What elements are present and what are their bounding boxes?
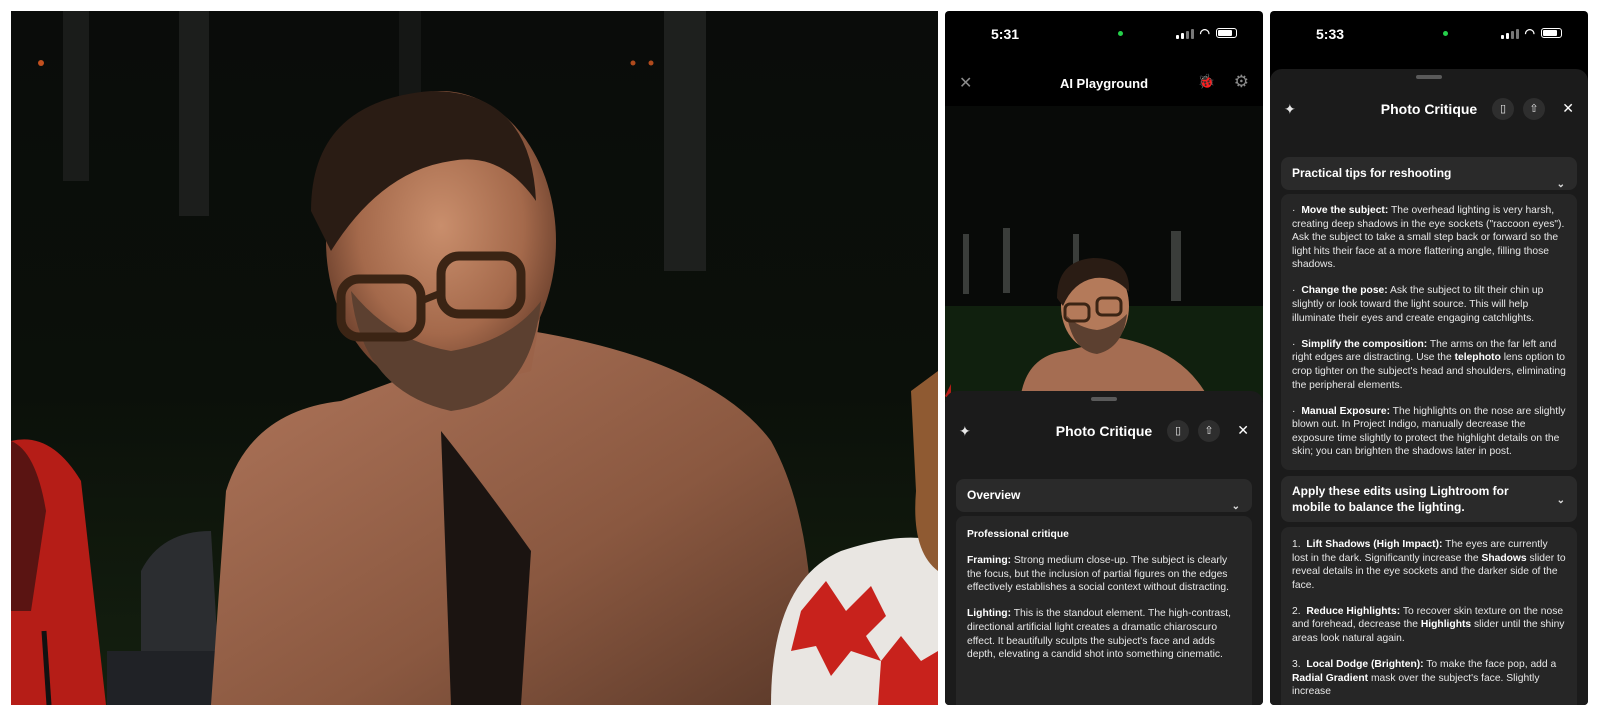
tip-item: · Manual Exposure: The highlights on the…: [1292, 405, 1566, 458]
signal-icon: [1175, 28, 1194, 39]
sheet-grabber[interactable]: [1416, 75, 1442, 79]
share-icon[interactable]: ⇧: [1198, 420, 1220, 442]
tip-item: · Simplify the composition: The arms on …: [1292, 338, 1566, 391]
section-lightroom-edits[interactable]: Apply these edits using Lightroom for mo…: [1281, 476, 1577, 522]
paragraph-framing: Framing: Strong medium close-up. The sub…: [967, 555, 1229, 594]
wifi-icon: ◠: [1524, 26, 1535, 40]
close-icon[interactable]: ✕: [1237, 422, 1249, 439]
close-icon[interactable]: ✕: [1562, 100, 1574, 117]
share-icon[interactable]: ⇧: [1523, 98, 1545, 120]
photo-critique-sheet: ✦ Photo Critique ▯ ⇧ ✕ Practical tips fo…: [1270, 69, 1588, 705]
phone-screen-overview: 5:31 ◠ ✕ AI Playground 🐞 ⚙ ✦ Photo Criti…: [945, 11, 1263, 705]
edit-item: 1. Lift Shadows (High Impact): The eyes …: [1292, 539, 1566, 591]
section-title: Apply these edits using Lightroom for mo…: [1292, 484, 1509, 514]
status-icons: ◠: [1500, 26, 1562, 40]
privacy-indicator: [1443, 31, 1448, 36]
edit-item: 3. Local Dodge (Brighten): To make the f…: [1292, 659, 1557, 698]
status-time: 5:31: [991, 26, 1020, 42]
status-time: 5:33: [1316, 26, 1345, 42]
sheet-grabber[interactable]: [1091, 397, 1117, 401]
battery-icon: [1541, 28, 1562, 38]
photo-critique-sheet: ✦ Photo Critique ▯ ⇧ ✕ Overview ⌄ Profes…: [945, 391, 1263, 705]
edits-card: 1. Lift Shadows (High Impact): The eyes …: [1281, 527, 1577, 705]
status-bar: 5:33 ◠: [1270, 11, 1588, 55]
photo-preview: [945, 106, 1263, 401]
bug-icon[interactable]: 🐞: [1198, 73, 1215, 90]
app-title: AI Playground: [1059, 76, 1149, 91]
app-header: ✕ AI Playground 🐞 ⚙: [945, 69, 1263, 99]
section-overview[interactable]: Overview ⌄: [956, 479, 1252, 512]
section-title: Overview: [967, 488, 1021, 502]
main-photo: [11, 11, 938, 705]
phone-screen-tips: 5:33 ◠ ✦ Photo Critique ▯ ⇧ ✕ Practical …: [1270, 11, 1588, 705]
gear-icon[interactable]: ⚙: [1234, 72, 1249, 92]
card-heading: Professional critique: [967, 529, 1069, 540]
tip-item: · Change the pose: Ask the subject to ti…: [1292, 285, 1544, 324]
edit-item: 2. Reduce Highlights: To recover skin te…: [1292, 605, 1565, 645]
sheet-header: ✦ Photo Critique ▯ ⇧ ✕: [945, 411, 1263, 453]
battery-icon: [1216, 28, 1237, 38]
section-title: Practical tips for reshooting: [1292, 166, 1452, 180]
paragraph-lighting: Lighting: This is the standout element. …: [967, 608, 1232, 661]
status-icons: ◠: [1175, 26, 1237, 40]
status-bar: 5:31 ◠: [945, 11, 1263, 55]
portrait-thumbnail: [945, 106, 1263, 401]
wifi-icon: ◠: [1199, 26, 1210, 40]
portrait-illustration: [11, 11, 938, 705]
phone-icon[interactable]: ▯: [1492, 98, 1514, 120]
chevron-down-icon: ⌄: [1556, 495, 1565, 506]
tips-card: · Move the subject: The overhead lightin…: [1281, 194, 1577, 470]
section-reshoot-tips[interactable]: Practical tips for reshooting ⌄: [1281, 157, 1577, 190]
signal-icon: [1500, 28, 1519, 39]
privacy-indicator: [1118, 31, 1123, 36]
sheet-header: ✦ Photo Critique ▯ ⇧ ✕: [1270, 89, 1588, 131]
tip-item: · Move the subject: The overhead lightin…: [1292, 205, 1565, 271]
phone-icon[interactable]: ▯: [1167, 420, 1189, 442]
critique-card: Professional critique Framing: Strong me…: [956, 516, 1252, 705]
